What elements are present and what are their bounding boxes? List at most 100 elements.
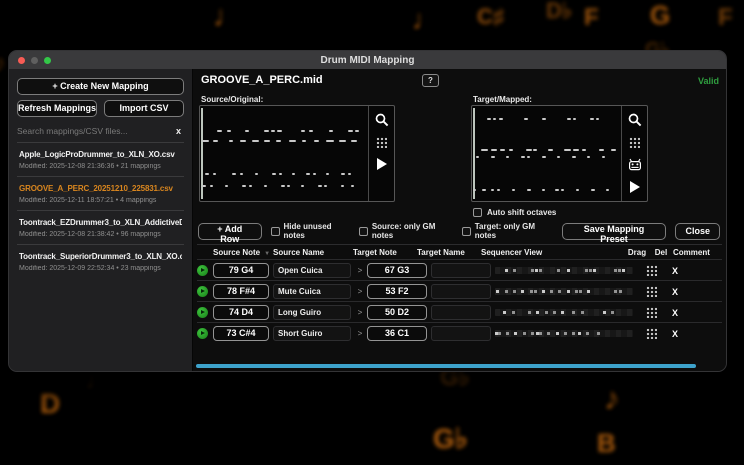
music-glyph: ♩ (86, 368, 108, 393)
import-csv-button[interactable]: Import CSV (104, 99, 184, 117)
zoom-window-button[interactable] (44, 56, 51, 64)
target-note-field[interactable]: 67 G3 (367, 262, 427, 278)
midi-note-dash (601, 156, 605, 159)
midi-note-dash (329, 129, 334, 132)
target-note-field[interactable]: 53 F2 (367, 283, 427, 299)
mapping-list-item[interactable]: Apple_LogicProDrummer_to_XLN_XO.csv Modif… (17, 141, 184, 176)
mapping-list-item[interactable]: Toontrack_SuperiorDrummer3_to_XLN_XO.csv… (17, 243, 184, 278)
target-only-gm-checkbox[interactable] (461, 226, 471, 236)
midi-note-dash (255, 172, 259, 175)
column-header-text: Sequencer View (481, 247, 543, 257)
auto-shift-octaves-checkbox[interactable] (473, 208, 482, 217)
midi-note-dash (341, 172, 346, 175)
save-mapping-preset-button[interactable]: Save Mapping Preset (561, 222, 667, 244)
sequencer-note-dot (511, 310, 515, 314)
clear-search-button[interactable]: x (173, 126, 184, 136)
close-button[interactable]: Close (675, 222, 720, 240)
midi-note-dash (201, 140, 209, 143)
sequencer-note-dot (566, 268, 570, 272)
source-name-field[interactable]: Short Guiro (273, 325, 351, 341)
midi-note-dash (242, 184, 246, 187)
midi-note-dash (533, 148, 538, 151)
target-name-field[interactable] (431, 262, 491, 278)
create-new-mapping-button[interactable]: + Create New Mapping (17, 77, 184, 95)
source-drag-handle-icon[interactable] (376, 137, 387, 148)
midi-note-dash (589, 118, 594, 121)
horizontal-scrollbar[interactable] (196, 364, 696, 368)
target-name-field[interactable] (431, 283, 491, 299)
row-drag-handle[interactable] (645, 327, 657, 339)
midi-note-dash (555, 188, 560, 191)
zoom-target-icon[interactable] (628, 113, 642, 127)
sequencer-note-dot (572, 331, 576, 335)
sequencer-note-dot (530, 268, 534, 272)
hide-unused-notes-checkbox[interactable] (270, 226, 280, 236)
sequencer-note-dot (536, 310, 540, 314)
midi-note-dash (347, 172, 351, 175)
delete-row-button[interactable]: X (672, 308, 678, 318)
status-badge: Valid (697, 76, 719, 86)
row-play-button[interactable] (197, 306, 208, 318)
midi-note-dash (240, 140, 247, 143)
source-only-gm-control: Source: only GM notes (358, 222, 453, 240)
midi-note-dash (314, 140, 320, 143)
mapping-list-item[interactable]: Toontrack_EZDrummer3_to_XLN_AddictiveDru… (17, 209, 184, 244)
source-piano-roll (200, 106, 369, 201)
music-glyph: ♪ (0, 50, 6, 77)
delete-row-button[interactable]: X (672, 329, 678, 339)
row-drag-handle[interactable] (645, 264, 657, 276)
target-name-field[interactable] (431, 304, 491, 320)
sequencer-track (495, 287, 633, 295)
row-play-button[interactable] (197, 285, 208, 297)
column-header-text: Target Name (417, 247, 465, 257)
column-header-source-note[interactable]: Source Note ▼ (213, 248, 270, 257)
row-drag-handle[interactable] (645, 306, 657, 318)
zoom-source-icon[interactable] (375, 113, 389, 127)
midi-note-dash (491, 156, 496, 159)
source-note-field[interactable]: 78 F#4 (213, 283, 269, 299)
refresh-mappings-button[interactable]: Refresh Mappings (17, 99, 97, 117)
minimize-window-button[interactable] (31, 56, 38, 64)
source-name-field[interactable]: Mute Cuica (273, 283, 351, 299)
target-drag-handle-icon[interactable] (629, 137, 640, 148)
source-note-field[interactable]: 73 C#4 (213, 325, 269, 341)
play-target-icon[interactable] (629, 181, 640, 193)
help-button[interactable]: ? (422, 74, 439, 87)
mapping-row: 74 D4 Long Guiro >50 D2 X (197, 301, 722, 322)
delete-row-button[interactable]: X (672, 266, 678, 276)
sequencer-note-dot (592, 268, 596, 272)
midi-note-dash (228, 140, 233, 143)
source-name-field[interactable]: Open Cuica (273, 262, 351, 278)
row-play-cell (197, 327, 213, 339)
sidebar: + Create New Mapping Refresh Mappings Im… (9, 69, 192, 371)
midi-note-dash (210, 184, 214, 187)
search-input[interactable] (17, 125, 173, 136)
midi-note-dash (302, 140, 307, 143)
music-glyph: B (597, 428, 616, 458)
column-header-comment: Comment (673, 248, 722, 257)
target-preview-label: Target/Mapped: (473, 95, 532, 104)
source-note-field[interactable]: 79 G4 (213, 262, 269, 278)
target-note-field[interactable]: 50 D2 (367, 304, 427, 320)
drum-machine-icon[interactable] (628, 158, 642, 171)
sequencer-note-dot (539, 331, 543, 335)
row-drag-handle[interactable] (645, 285, 657, 297)
sequencer-note-dot (552, 310, 556, 314)
source-only-gm-checkbox[interactable] (358, 226, 368, 236)
sequencer-view-cell (495, 329, 633, 337)
source-note-field[interactable]: 74 D4 (213, 304, 269, 320)
play-source-icon[interactable] (376, 158, 387, 170)
target-note-field[interactable]: 36 C1 (367, 325, 427, 341)
row-play-button[interactable] (197, 264, 208, 276)
midi-note-dash (317, 184, 322, 187)
add-row-button[interactable]: + Add Row (198, 222, 262, 244)
delete-row-button[interactable]: X (672, 287, 678, 297)
target-name-field[interactable] (431, 325, 491, 341)
source-name-field[interactable]: Long Guiro (273, 304, 351, 320)
close-window-button[interactable] (18, 56, 25, 64)
midi-note-dash (339, 140, 347, 143)
mapping-list-item[interactable]: GROOVE_A_PERC_20251210_225831.csv Modifie… (17, 175, 184, 210)
row-play-button[interactable] (197, 327, 208, 339)
column-header-del: Del (649, 248, 673, 257)
column-header-text: Target Note (353, 247, 397, 257)
